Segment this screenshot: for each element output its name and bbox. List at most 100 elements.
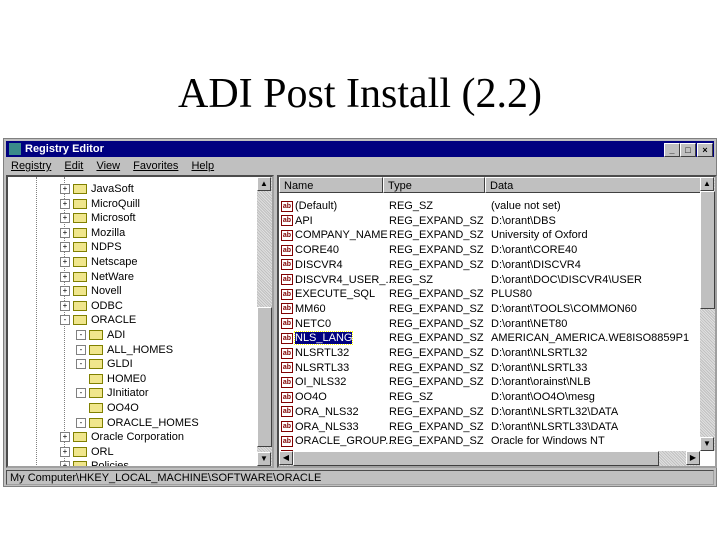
column-header-data[interactable]: Data [485, 177, 701, 193]
tree-item[interactable]: + Netscape [60, 255, 137, 269]
value-row[interactable]: ab DISCVR4_USER_... REG_SZ D:\orant\DOC\DIS… [281, 273, 701, 287]
scroll-down-button[interactable]: ▼ [700, 437, 714, 451]
expand-icon[interactable]: + [60, 461, 70, 466]
value-row[interactable]: ab OO4O REG_SZ D:\orant\OO4O\mesg [281, 390, 701, 404]
tree-item[interactable]: HOME0 [76, 372, 146, 386]
value-row[interactable]: ab MM60 REG_EXPAND_SZ D:\orant\TOOLS\COMMON… [281, 302, 701, 316]
value-row[interactable]: ab NLS_LANG REG_EXPAND_SZ AMERICAN_AMERICA.… [281, 331, 701, 346]
expand-icon[interactable]: + [60, 184, 70, 195]
tree-item[interactable]: + Oracle Corporation [60, 430, 184, 444]
tree-item[interactable]: + Policies [60, 459, 129, 466]
expand-icon[interactable]: + [60, 198, 70, 209]
scroll-thumb[interactable] [293, 451, 659, 466]
value-row[interactable]: ab COMPANY_NAME REG_EXPAND_SZ University of… [281, 228, 701, 242]
value-row[interactable]: ab ORA_NLS32 REG_EXPAND_SZ D:\orant\NLSRTL3… [281, 405, 701, 419]
menu-favorites[interactable]: Favorites [133, 160, 178, 172]
tree-item-label: Novell [91, 285, 122, 298]
tree-scrollbar[interactable]: ▲ ▼ [257, 177, 272, 466]
tree-item[interactable]: + Mozilla [60, 226, 125, 240]
value-row[interactable]: ab NLSRTL32 REG_EXPAND_SZ D:\orant\NLSRTL32 [281, 346, 701, 360]
tree-item[interactable]: - ORACLE [60, 313, 136, 327]
value-type: REG_SZ [389, 273, 434, 286]
tree-item-label: ORL [91, 445, 114, 458]
value-row[interactable]: ab DISCVR4 REG_EXPAND_SZ D:\orant\DISCVR4 [281, 258, 701, 272]
value-type: REG_EXPAND_SZ [389, 244, 484, 257]
collapse-icon[interactable]: - [76, 417, 86, 428]
value-row[interactable]: ab NETC0 REG_EXPAND_SZ D:\orant\NET80 [281, 317, 701, 331]
string-value-icon: ab [281, 332, 293, 344]
value-row[interactable]: ab ORA_NLS33 REG_EXPAND_SZ D:\orant\NLSRTL3… [281, 420, 701, 434]
collapse-icon[interactable]: - [76, 330, 86, 341]
close-button[interactable]: × [697, 143, 713, 157]
value-row[interactable]: ab EXECUTE_SQL REG_EXPAND_SZ PLUS80 [281, 287, 701, 301]
tree-item[interactable]: + NetWare [60, 270, 134, 284]
expand-icon[interactable]: + [60, 300, 70, 311]
tree-item[interactable]: - ORACLE_HOMES [76, 416, 199, 430]
list-vscrollbar[interactable]: ▲ ▼ [700, 177, 715, 451]
expand-icon[interactable]: + [60, 227, 70, 238]
minimize-button[interactable]: _ [664, 143, 680, 157]
expand-icon[interactable]: + [60, 446, 70, 457]
value-data: PLUS80 [491, 288, 532, 301]
column-header-type[interactable]: Type [383, 177, 485, 193]
collapse-icon[interactable]: - [60, 315, 70, 326]
tree-item[interactable]: + ODBC [60, 299, 123, 313]
expand-icon[interactable]: + [60, 286, 70, 297]
tree-item[interactable]: + ORL [60, 445, 114, 459]
value-row[interactable]: ab (Default) REG_SZ (value not set) [281, 199, 701, 213]
value-data: D:\orant\NLSRTL32\DATA [491, 405, 619, 418]
expand-icon[interactable]: + [60, 271, 70, 282]
menu-edit[interactable]: Edit [64, 160, 83, 172]
tree-item[interactable]: OO4O [76, 401, 139, 415]
expand-icon[interactable]: + [60, 242, 70, 253]
value-data: D:\orant\NLSRTL33 [491, 361, 588, 374]
tree-item[interactable]: + NDPS [60, 240, 122, 254]
value-data: D:\orant\orainst\NLB [491, 376, 591, 389]
scroll-up-button[interactable]: ▲ [700, 177, 714, 191]
menu-view[interactable]: View [96, 160, 120, 172]
menu-help[interactable]: Help [191, 160, 214, 172]
tree-item[interactable]: - GLDI [76, 357, 133, 371]
value-row[interactable]: ab NLSRTL33 REG_EXPAND_SZ D:\orant\NLSRTL33 [281, 361, 701, 375]
scroll-thumb[interactable] [257, 307, 272, 447]
menu-registry[interactable]: Registry [11, 160, 51, 172]
collapse-icon[interactable]: - [76, 388, 86, 399]
folder-icon [73, 184, 87, 195]
string-value-icon: ab [281, 200, 293, 212]
scroll-up-button[interactable]: ▲ [257, 177, 271, 191]
tree-item[interactable]: - JInitiator [76, 386, 149, 400]
tree-item[interactable]: + JavaSoft [60, 182, 134, 196]
value-type: REG_EXPAND_SZ [389, 332, 484, 345]
value-row[interactable]: ab OI_NLS32 REG_EXPAND_SZ D:\orant\orainst\… [281, 375, 701, 389]
tree-item[interactable]: + Novell [60, 284, 122, 298]
scroll-right-button[interactable]: ▶ [686, 451, 700, 465]
expand-icon[interactable]: + [60, 213, 70, 224]
value-row[interactable]: ab API REG_EXPAND_SZ D:\orant\DBS [281, 214, 701, 228]
tree-item-label: JavaSoft [91, 183, 134, 195]
scroll-thumb[interactable] [700, 191, 715, 309]
value-data: D:\orant\OO4O\mesg [491, 391, 595, 404]
value-row[interactable]: ab ORACLE_GROUP... REG_EXPAND_SZ Oracle for… [281, 434, 701, 448]
tree-item[interactable]: - ALL_HOMES [76, 343, 173, 357]
tree-item[interactable]: + Microsoft [60, 211, 136, 225]
folder-icon [73, 300, 87, 311]
scroll-left-button[interactable]: ◀ [279, 451, 293, 465]
value-data: Oracle for Windows NT [491, 435, 605, 448]
values-list[interactable]: Name Type Data ab (Default) REG_SZ (value n… [277, 175, 717, 468]
list-hscrollbar[interactable]: ◀ ▶ [279, 451, 700, 466]
folder-icon [73, 286, 87, 297]
value-name: ORA_NLS32 [295, 405, 359, 418]
collapse-icon[interactable]: - [76, 359, 86, 370]
tree-item[interactable]: + MicroQuill [60, 197, 140, 211]
scroll-down-button[interactable]: ▼ [257, 452, 271, 466]
expand-icon[interactable]: + [60, 257, 70, 268]
key-tree[interactable]: + JavaSoft + MicroQuill + Microsoft + Mozilla + N… [6, 175, 274, 468]
value-row[interactable]: ab CORE40 REG_EXPAND_SZ D:\orant\CORE40 [281, 243, 701, 257]
value-name: DISCVR4_USER_... [295, 273, 395, 286]
maximize-button[interactable]: □ [680, 143, 696, 157]
column-header-name[interactable]: Name [279, 177, 383, 193]
tree-item[interactable]: - ADI [76, 328, 125, 342]
value-data: D:\orant\TOOLS\COMMON60 [491, 302, 637, 315]
collapse-icon[interactable]: - [76, 344, 86, 355]
expand-icon[interactable]: + [60, 432, 70, 443]
